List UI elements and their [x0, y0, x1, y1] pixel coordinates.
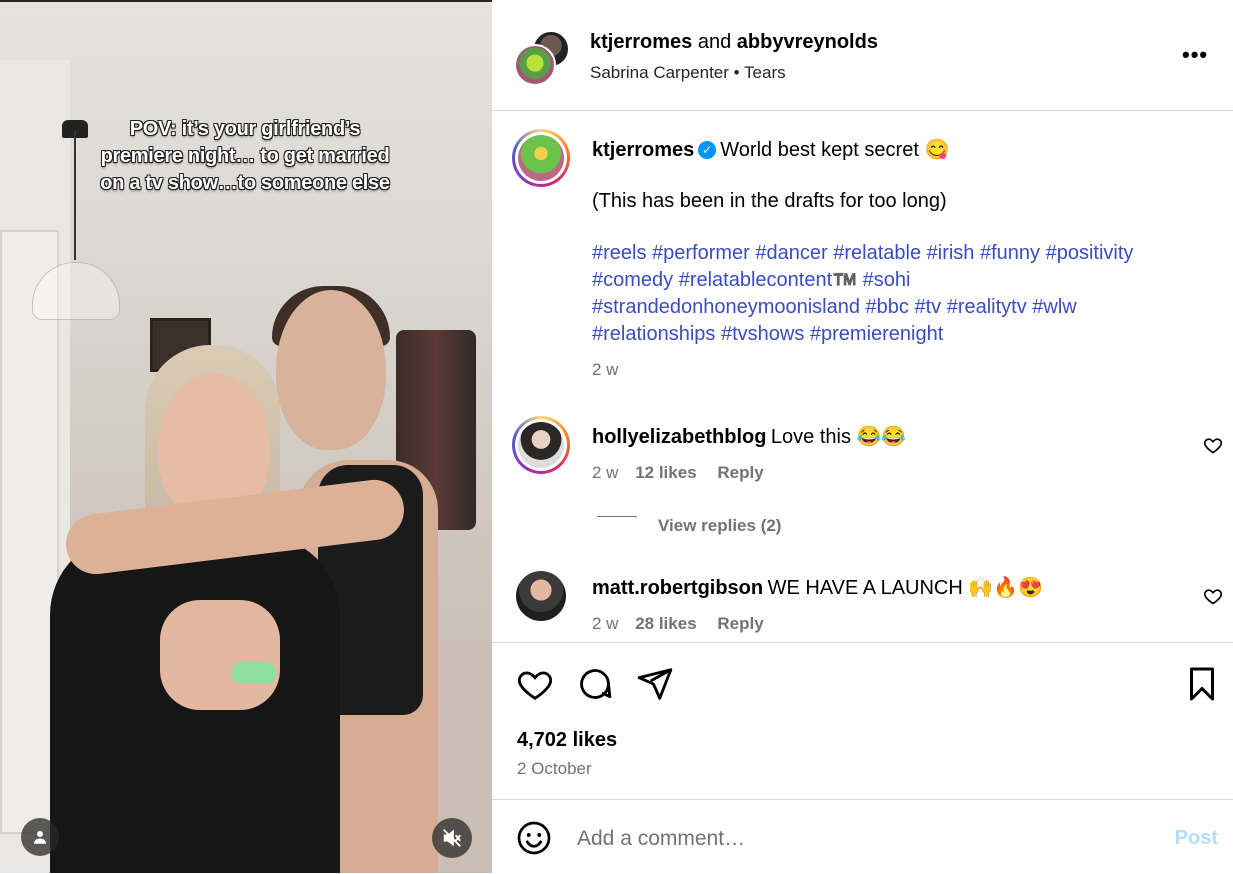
comment: hollyelizabethblog Love this 😂😂 2 w 12 l… [592, 424, 1152, 483]
reply-button[interactable]: Reply [717, 463, 763, 482]
video-hand [160, 600, 280, 710]
post-actions: 4,702 likes 2 October [492, 642, 1233, 800]
comment-text: Love this 😂😂 [770, 426, 907, 448]
video-top-edge [0, 0, 492, 2]
post-panel: ktjerromes and abbyvreynolds Sabrina Car… [492, 0, 1233, 873]
collab-avatars[interactable] [514, 30, 570, 86]
hashtags-line[interactable]: #comedy #relatablecontent™️ #sohi [592, 267, 1212, 294]
avatar[interactable] [514, 44, 556, 86]
audio-attribution[interactable]: Sabrina Carpenter • Tears [590, 63, 786, 83]
tag-people-button[interactable] [21, 818, 59, 856]
heart-icon[interactable] [516, 665, 554, 703]
username-link[interactable]: abbyvreynolds [737, 31, 878, 53]
comments-section[interactable]: ktjerromes ✓ World best kept secret 😋 (Thi… [492, 111, 1233, 641]
commenter-avatar[interactable] [516, 571, 566, 621]
video-lamp-cord [74, 130, 76, 260]
username-link[interactable]: ktjerromes [592, 139, 694, 161]
caption-text: World best kept secret 😋 [720, 139, 950, 161]
comment: matt.robertgibson WE HAVE A LAUNCH 🙌🔥😍 2… [592, 575, 1152, 634]
username-link[interactable]: ktjerromes [590, 31, 692, 53]
collab-names: ktjerromes and abbyvreynolds [590, 31, 878, 54]
bookmark-icon[interactable] [1184, 665, 1220, 703]
comment-input[interactable]: Add a comment… [577, 827, 745, 851]
likes-count[interactable]: 4,702 likes [517, 729, 617, 752]
comment-time[interactable]: 2 w [592, 463, 618, 482]
comment-likes[interactable]: 12 likes [635, 463, 696, 482]
collab-joiner: and [697, 31, 732, 53]
reply-button[interactable]: Reply [717, 614, 763, 633]
reel-video[interactable]: POV: it’s your girlfriend’s premiere nig… [0, 0, 492, 873]
author-avatar[interactable] [512, 129, 570, 187]
comment-text: WE HAVE A LAUNCH 🙌🔥😍 [767, 577, 1044, 599]
post-time[interactable]: 2 w [592, 360, 1212, 380]
mute-icon [443, 829, 461, 847]
caption-line: (This has been in the drafts for too lon… [592, 190, 947, 212]
post-header: ktjerromes and abbyvreynolds Sabrina Car… [492, 0, 1233, 111]
username-link[interactable]: hollyelizabethblog [592, 426, 766, 448]
music-artist[interactable]: Sabrina Carpenter [590, 63, 729, 82]
video-nails [232, 662, 276, 684]
hashtags-line[interactable]: #strandedonhoneymoonisland #bbc #tv #rea… [592, 294, 1212, 321]
comment-icon[interactable] [576, 665, 614, 703]
like-comment-heart-icon[interactable] [1203, 435, 1223, 455]
post-comment-button[interactable]: Post [1175, 827, 1218, 850]
tag-people-icon [34, 831, 46, 844]
view-replies-line [597, 516, 637, 517]
share-icon[interactable] [636, 665, 674, 703]
hashtags-line[interactable]: #reels #performer #dancer #relatable #ir… [592, 240, 1212, 267]
like-comment-heart-icon[interactable] [1203, 586, 1223, 606]
emoji-icon[interactable] [516, 820, 552, 856]
post-date[interactable]: 2 October [517, 759, 592, 779]
commenter-avatar[interactable] [512, 416, 570, 474]
music-separator: • [733, 63, 740, 82]
add-comment-bar: Add a comment… Post [492, 799, 1233, 874]
view-replies-button[interactable]: View replies (2) [658, 516, 781, 536]
video-caption: POV: it’s your girlfriend’s premiere nig… [100, 118, 390, 194]
comment-likes[interactable]: 28 likes [635, 614, 696, 633]
comment-time[interactable]: 2 w [592, 614, 618, 633]
hashtags-line[interactable]: #relationships #tvshows #premierenight [592, 321, 1212, 348]
verified-badge-icon: ✓ [698, 141, 717, 159]
username-link[interactable]: matt.robertgibson [592, 577, 763, 599]
music-track[interactable]: Tears [744, 63, 786, 82]
more-icon: ••• [1182, 42, 1209, 67]
post-caption: ktjerromes ✓ World best kept secret 😋 (Thi… [592, 137, 1212, 380]
mute-button[interactable] [432, 818, 472, 858]
more-options-button[interactable]: ••• [1182, 42, 1208, 68]
